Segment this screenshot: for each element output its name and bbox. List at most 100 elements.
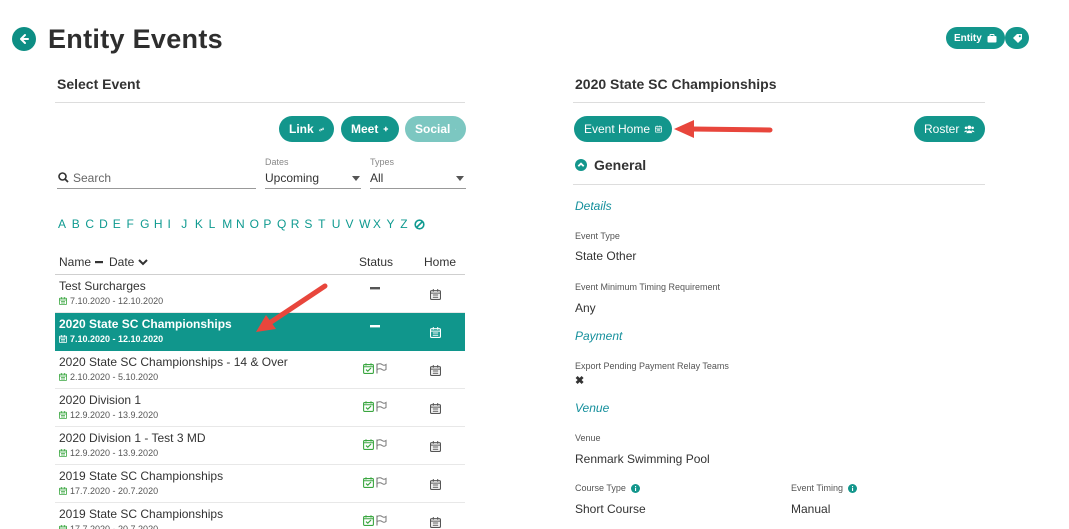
- date-column-header[interactable]: Date: [109, 255, 149, 269]
- calendar-icon: [59, 373, 67, 381]
- table-row[interactable]: 2020 State SC Championships - 14 & Over 2…: [55, 351, 465, 389]
- event-dates: 7.10.2020 - 12.10.2020: [59, 296, 163, 306]
- event-timing-label: Event Timing: [791, 483, 844, 493]
- alphabet-letter[interactable]: F: [126, 217, 140, 231]
- event-dates: 2.10.2020 - 5.10.2020: [59, 372, 158, 382]
- status-column-header: Status: [359, 255, 394, 269]
- chevron-down-icon: [352, 176, 360, 181]
- alphabet-letter[interactable]: U: [332, 217, 346, 231]
- table-row[interactable]: 2020 Division 1 - Test 3 MD 12.9.2020 - 1…: [55, 427, 465, 465]
- event-home-link[interactable]: [430, 439, 441, 457]
- table-row[interactable]: 2020 Division 1 12.9.2020 - 13.9.2020: [55, 389, 465, 427]
- types-value: All: [370, 171, 384, 185]
- date-header-label: Date: [109, 255, 135, 269]
- venue-value: Renmark Swimming Pool: [575, 452, 710, 466]
- roster-label: Roster: [924, 122, 960, 136]
- calendar-icon: [430, 441, 441, 452]
- alphabet-letter[interactable]: A: [58, 217, 72, 231]
- entity-button[interactable]: Entity: [946, 27, 1005, 49]
- event-date-range: 17.7.2020 - 20.7.2020: [70, 524, 159, 529]
- minus-icon: [370, 325, 380, 328]
- alphabet-letter[interactable]: R: [291, 217, 305, 231]
- calendar-check-icon: [363, 439, 374, 450]
- alphabet-letter[interactable]: S: [304, 217, 318, 231]
- alphabet-letter[interactable]: E: [113, 217, 127, 231]
- alphabet-letter[interactable]: I: [168, 217, 182, 231]
- meet-button-label: Meet: [351, 122, 379, 136]
- alphabet-letter[interactable]: H: [154, 217, 168, 231]
- alphabet-letter[interactable]: Q: [277, 217, 291, 231]
- search-input[interactable]: Search: [73, 171, 111, 185]
- alphabet-letter[interactable]: B: [72, 217, 86, 231]
- event-dates: 17.7.2020 - 20.7.2020: [59, 486, 158, 496]
- calendar-icon: [430, 403, 441, 414]
- event-home-link[interactable]: [430, 401, 441, 419]
- calendar-icon: [59, 335, 67, 343]
- annotation-arrow-right: [674, 120, 773, 138]
- calendar-icon: [430, 327, 441, 338]
- alphabet-letter[interactable]: M: [222, 217, 236, 231]
- alphabet-letter[interactable]: P: [263, 217, 277, 231]
- flag-icon: [376, 477, 387, 488]
- back-icon[interactable]: [12, 27, 36, 51]
- alphabet-letter[interactable]: X: [373, 217, 387, 231]
- alphabet-letter[interactable]: L: [209, 217, 223, 231]
- event-home-link[interactable]: [430, 363, 441, 381]
- event-home-link[interactable]: [430, 325, 441, 343]
- search-icon: [58, 172, 69, 183]
- flag-icon: [376, 363, 387, 374]
- info-icon[interactable]: [848, 483, 858, 493]
- info-icon[interactable]: [630, 483, 640, 493]
- calendar-icon: [59, 525, 67, 529]
- event-name: 2019 State SC Championships: [59, 469, 224, 483]
- general-section-toggle[interactable]: General: [575, 157, 646, 173]
- event-dates: 12.9.2020 - 13.9.2020: [59, 448, 158, 458]
- venue-label: Venue: [575, 433, 601, 443]
- chevron-up-circle-icon: [575, 159, 587, 171]
- event-name: 2019 State SC Championships: [59, 507, 224, 521]
- tag-button[interactable]: [1005, 27, 1029, 49]
- alphabet-letter[interactable]: T: [318, 217, 332, 231]
- alphabet-letter[interactable]: C: [85, 217, 99, 231]
- alphabet-letter[interactable]: G: [140, 217, 154, 231]
- tag-icon: [1012, 33, 1022, 43]
- min-timing-value: Any: [575, 301, 596, 315]
- clear-filter-icon[interactable]: [414, 219, 425, 230]
- event-status: [361, 325, 389, 328]
- divider: [55, 102, 465, 103]
- alphabet-letter[interactable]: N: [236, 217, 250, 231]
- types-underline: [370, 188, 466, 189]
- event-date-range: 2.10.2020 - 5.10.2020: [70, 372, 159, 382]
- alphabet-letter[interactable]: D: [99, 217, 113, 231]
- table-row[interactable]: 2019 State SC Championships 17.7.2020 - 2…: [55, 465, 465, 503]
- alphabet-letter[interactable]: V: [345, 217, 359, 231]
- meet-button[interactable]: Meet: [341, 116, 399, 142]
- lock-icon: [455, 128, 456, 130]
- event-home-link[interactable]: [430, 515, 441, 529]
- alphabet-letter[interactable]: O: [250, 217, 264, 231]
- link-button[interactable]: Link: [279, 116, 334, 142]
- name-column-header[interactable]: Name: [59, 255, 104, 269]
- event-name: 2020 State SC Championships: [59, 317, 232, 331]
- table-row[interactable]: 2019 State SC Championships 17.7.2020 - 2…: [55, 503, 465, 529]
- alphabet-letter[interactable]: Z: [400, 217, 414, 231]
- calendar-icon: [59, 411, 67, 419]
- flag-icon: [376, 439, 387, 450]
- event-home-button[interactable]: Event Home: [574, 116, 672, 142]
- calendar-icon: [430, 479, 441, 490]
- event-date-range: 12.9.2020 - 13.9.2020: [70, 410, 159, 420]
- export-pending-label: Export Pending Payment Relay Teams: [575, 361, 729, 371]
- alphabet-letter[interactable]: K: [195, 217, 209, 231]
- event-home-link[interactable]: [430, 477, 441, 495]
- roster-button[interactable]: Roster: [914, 116, 985, 142]
- event-home-link[interactable]: [430, 287, 441, 305]
- alphabet-letter[interactable]: J: [181, 217, 195, 231]
- search-underline: [57, 188, 256, 189]
- min-timing-label: Event Minimum Timing Requirement: [575, 282, 721, 292]
- calendar-icon: [430, 517, 441, 528]
- name-header-label: Name: [59, 255, 92, 269]
- alphabet-letter[interactable]: W: [359, 217, 373, 231]
- alphabet-letter[interactable]: Y: [387, 217, 401, 231]
- social-button-label: Social: [415, 122, 451, 136]
- social-button[interactable]: Social: [405, 116, 466, 142]
